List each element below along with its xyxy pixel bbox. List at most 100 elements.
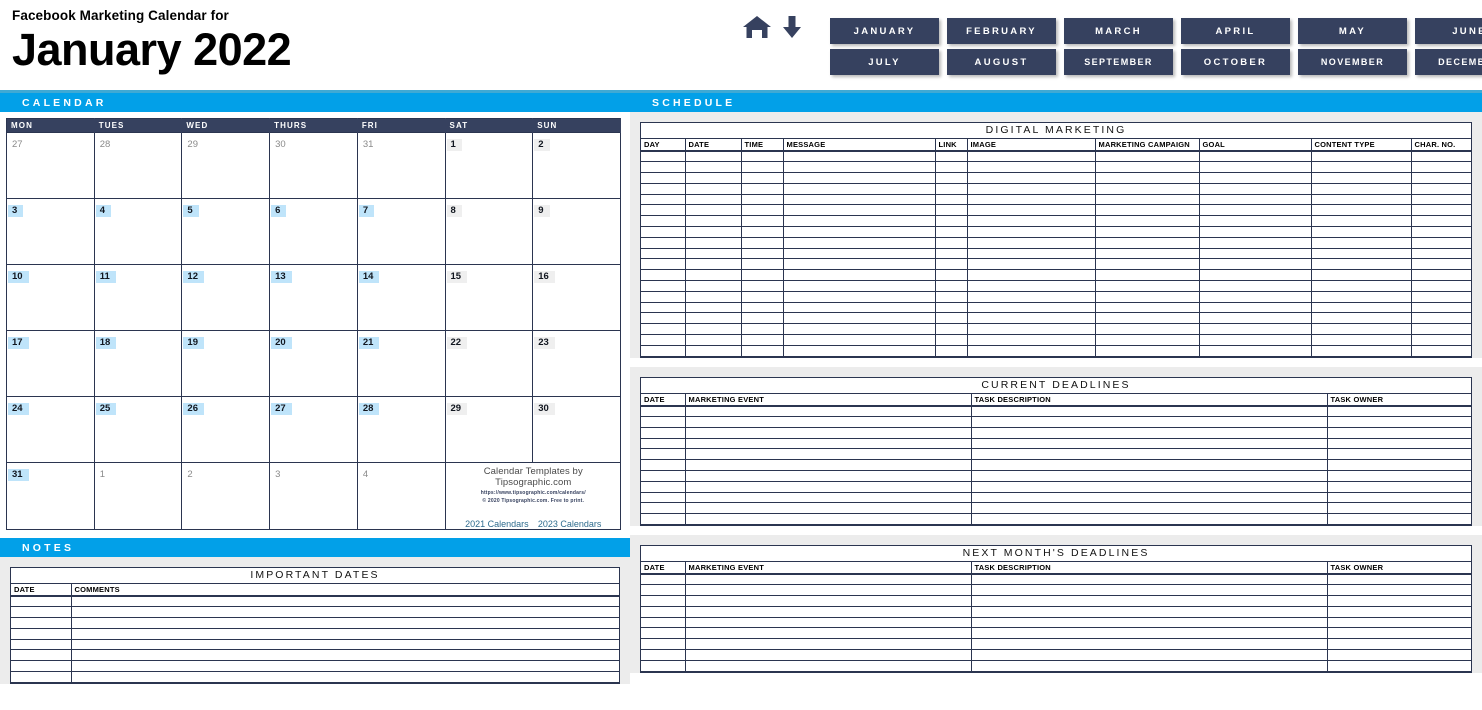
table-cell[interactable] xyxy=(70,649,619,662)
table-cell[interactable] xyxy=(1310,280,1412,292)
calendar-day-cell[interactable]: 17 xyxy=(6,330,95,397)
table-cell[interactable] xyxy=(934,236,968,249)
table-row[interactable] xyxy=(641,648,1471,661)
table-row[interactable] xyxy=(641,301,1471,314)
calendar-day-cell[interactable]: 5 xyxy=(181,198,271,265)
table-cell[interactable] xyxy=(970,426,1328,439)
month-button-march[interactable]: MARCH xyxy=(1064,18,1173,44)
table-cell[interactable] xyxy=(740,280,784,292)
table-cell[interactable] xyxy=(740,301,784,314)
table-cell[interactable] xyxy=(11,606,72,619)
table-cell[interactable] xyxy=(1198,172,1312,184)
table-cell[interactable] xyxy=(1326,513,1471,525)
table-cell[interactable] xyxy=(782,182,936,195)
table-cell[interactable] xyxy=(684,491,972,504)
calendar-day-cell[interactable]: 12 xyxy=(181,264,271,331)
table-cell[interactable] xyxy=(1410,290,1471,303)
table-cell[interactable] xyxy=(1410,247,1471,260)
table-cell[interactable] xyxy=(684,448,972,461)
calendar-day-cell[interactable]: 18 xyxy=(93,330,183,397)
table-cell[interactable] xyxy=(1410,334,1471,346)
calendar-day-cell[interactable]: 14 xyxy=(356,264,446,331)
table-cell[interactable] xyxy=(1410,236,1471,249)
calendar-day-cell[interactable]: 23 xyxy=(532,330,621,397)
table-row[interactable] xyxy=(641,415,1471,428)
table-cell[interactable] xyxy=(782,193,936,206)
table-cell[interactable] xyxy=(684,426,972,439)
table-cell[interactable] xyxy=(1326,469,1471,482)
table-cell[interactable] xyxy=(740,290,784,303)
table-cell[interactable] xyxy=(684,415,972,428)
table-cell[interactable] xyxy=(641,247,686,260)
table-cell[interactable] xyxy=(1310,334,1412,346)
table-cell[interactable] xyxy=(1326,648,1471,661)
table-cell[interactable] xyxy=(1410,182,1471,195)
table-cell[interactable] xyxy=(641,161,686,174)
table-cell[interactable] xyxy=(970,459,1328,471)
table-cell[interactable] xyxy=(684,182,742,195)
month-button-august[interactable]: AUGUST xyxy=(947,49,1056,75)
table-cell[interactable] xyxy=(970,595,1328,607)
table-cell[interactable] xyxy=(684,344,742,357)
table-cell[interactable] xyxy=(1326,616,1471,629)
table-cell[interactable] xyxy=(740,182,784,195)
table-cell[interactable] xyxy=(934,344,968,357)
table-cell[interactable] xyxy=(684,301,742,314)
calendar-day-cell[interactable]: 29 xyxy=(444,396,534,463)
table-cell[interactable] xyxy=(11,671,72,683)
table-cell[interactable] xyxy=(782,290,936,303)
table-cell[interactable] xyxy=(1094,215,1200,228)
table-cell[interactable] xyxy=(1198,150,1312,163)
table-cell[interactable] xyxy=(782,334,936,346)
table-cell[interactable] xyxy=(1410,269,1471,282)
table-cell[interactable] xyxy=(966,236,1096,249)
table-cell[interactable] xyxy=(684,193,742,206)
table-cell[interactable] xyxy=(970,627,1328,640)
table-row[interactable] xyxy=(641,584,1471,596)
table-cell[interactable] xyxy=(740,204,784,217)
table-cell[interactable] xyxy=(641,616,686,629)
table-cell[interactable] xyxy=(1410,204,1471,217)
table-row[interactable] xyxy=(641,247,1471,260)
table-cell[interactable] xyxy=(966,215,1096,228)
table-cell[interactable] xyxy=(934,312,968,325)
table-row[interactable] xyxy=(641,426,1471,439)
table-cell[interactable] xyxy=(740,193,784,206)
calendar-day-cell[interactable]: 2 xyxy=(532,132,621,199)
table-cell[interactable] xyxy=(966,269,1096,282)
table-cell[interactable] xyxy=(641,323,686,336)
calendar-day-cell[interactable]: 4 xyxy=(93,198,183,265)
table-cell[interactable] xyxy=(1310,236,1412,249)
table-cell[interactable] xyxy=(1198,204,1312,217)
table-cell[interactable] xyxy=(970,584,1328,596)
table-row[interactable] xyxy=(641,573,1471,586)
table-cell[interactable] xyxy=(641,182,686,195)
table-cell[interactable] xyxy=(970,405,1328,417)
table-cell[interactable] xyxy=(1094,344,1200,357)
calendar-day-cell[interactable]: 29 xyxy=(181,132,271,199)
table-cell[interactable] xyxy=(740,323,784,336)
calendar-day-cell[interactable]: 31 xyxy=(6,462,95,530)
home-icon[interactable] xyxy=(742,14,772,40)
table-cell[interactable] xyxy=(740,161,784,174)
table-cell[interactable] xyxy=(641,426,686,439)
table-cell[interactable] xyxy=(934,204,968,217)
table-cell[interactable] xyxy=(740,269,784,282)
table-cell[interactable] xyxy=(1198,290,1312,303)
table-cell[interactable] xyxy=(641,269,686,282)
calendar-day-cell[interactable]: 27 xyxy=(6,132,95,199)
table-cell[interactable] xyxy=(966,323,1096,336)
calendar-day-cell[interactable]: 22 xyxy=(444,330,534,397)
table-row[interactable] xyxy=(641,595,1471,607)
table-cell[interactable] xyxy=(1198,193,1312,206)
table-row[interactable] xyxy=(641,513,1471,525)
table-cell[interactable] xyxy=(1326,426,1471,439)
table-cell[interactable] xyxy=(1326,480,1471,493)
table-cell[interactable] xyxy=(1326,659,1471,672)
table-cell[interactable] xyxy=(684,161,742,174)
table-cell[interactable] xyxy=(1410,150,1471,163)
table-cell[interactable] xyxy=(684,290,742,303)
table-cell[interactable] xyxy=(1326,584,1471,596)
calendar-day-cell[interactable]: 9 xyxy=(532,198,621,265)
table-row[interactable] xyxy=(641,437,1471,450)
